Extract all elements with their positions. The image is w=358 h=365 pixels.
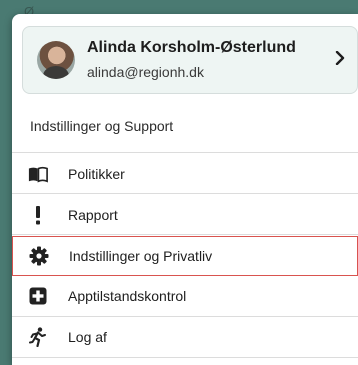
divider xyxy=(12,152,358,153)
section-title: Indstillinger og Support xyxy=(30,118,174,134)
gear-icon xyxy=(29,246,49,266)
exclamation-icon xyxy=(28,205,48,225)
menu-item-politikker[interactable]: Politikker xyxy=(12,155,358,193)
book-icon xyxy=(28,164,48,184)
menu-item-log-af[interactable]: Log af xyxy=(12,318,358,356)
menu-item-label: Indstillinger og Privatliv xyxy=(69,248,213,264)
user-profile-card[interactable]: Alinda Korsholm-Østerlund alinda@regionh… xyxy=(22,26,358,94)
divider xyxy=(12,234,358,235)
user-email: alinda@regionh.dk xyxy=(87,64,204,80)
user-info: Alinda Korsholm-Østerlund alinda@regionh… xyxy=(87,38,325,82)
menu-item-label: Log af xyxy=(68,329,107,345)
medical-cross-icon xyxy=(28,286,48,306)
divider xyxy=(12,357,358,358)
chevron-right-icon[interactable] xyxy=(325,50,355,70)
divider xyxy=(12,193,358,194)
menu-item-rapport[interactable]: Rapport xyxy=(12,196,358,234)
menu-item-indstillinger-og-privatliv[interactable]: Indstillinger og Privatliv xyxy=(12,236,358,276)
menu-item-label: Rapport xyxy=(68,207,118,223)
avatar xyxy=(37,41,75,79)
running-person-icon xyxy=(28,327,48,347)
user-name: Alinda Korsholm-Østerlund xyxy=(87,39,296,56)
account-menu-panel: Alinda Korsholm-Østerlund alinda@regionh… xyxy=(12,14,358,365)
menu-item-label: Apptilstandskontrol xyxy=(68,288,187,304)
menu-item-apptilstandskontrol[interactable]: Apptilstandskontrol xyxy=(12,277,358,315)
menu-item-label: Politikker xyxy=(68,166,125,182)
divider xyxy=(12,316,358,317)
